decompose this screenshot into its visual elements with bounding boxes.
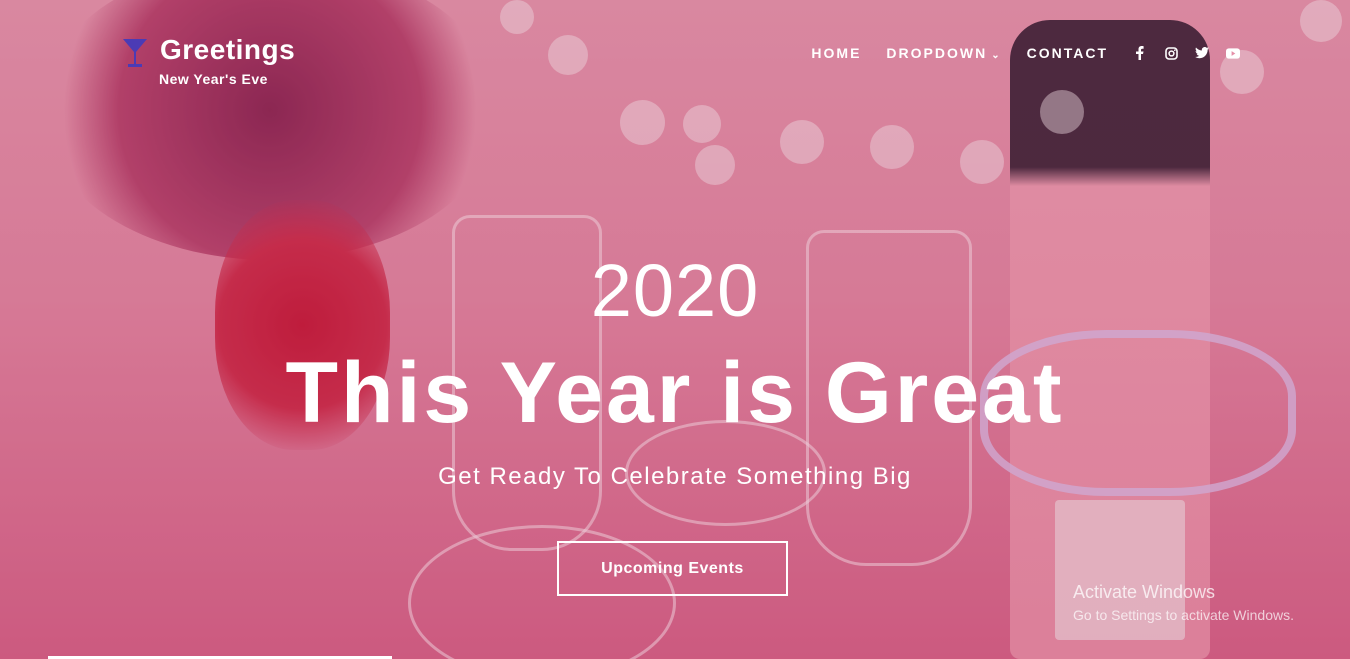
- activate-windows-title: Activate Windows: [1073, 582, 1216, 602]
- cocktail-glass-icon[interactable]: [122, 38, 148, 68]
- main-nav: HOME DROPDOWN ⌄ CONTACT: [811, 45, 1240, 61]
- hero-headline: This Year is Great: [285, 345, 1065, 441]
- nav-item-contact[interactable]: CONTACT: [1027, 45, 1108, 61]
- nav-item-label: CONTACT: [1026, 45, 1108, 61]
- activate-windows-subtitle: Go to Settings to activate Windows.: [1073, 607, 1294, 623]
- nav-item-label: DROPDOWN: [886, 45, 988, 61]
- nav-item-dropdown[interactable]: DROPDOWN ⌄: [886, 45, 1001, 61]
- facebook-icon[interactable]: [1133, 46, 1147, 60]
- twitter-icon[interactable]: [1195, 46, 1209, 60]
- youtube-icon[interactable]: [1226, 46, 1240, 60]
- instagram-icon[interactable]: [1164, 46, 1178, 60]
- nav-item-label: HOME: [811, 45, 862, 61]
- brand-subtitle: New Year's Eve: [159, 71, 268, 87]
- hero-tagline: Get Ready To Celebrate Something Big: [438, 463, 912, 490]
- chevron-down-icon: ⌄: [991, 50, 1002, 61]
- upcoming-events-button[interactable]: Upcoming Events: [557, 541, 788, 596]
- brand-name[interactable]: Greetings: [160, 34, 295, 66]
- nav-item-home[interactable]: HOME: [811, 45, 861, 61]
- hero-year: 2020: [590, 249, 760, 332]
